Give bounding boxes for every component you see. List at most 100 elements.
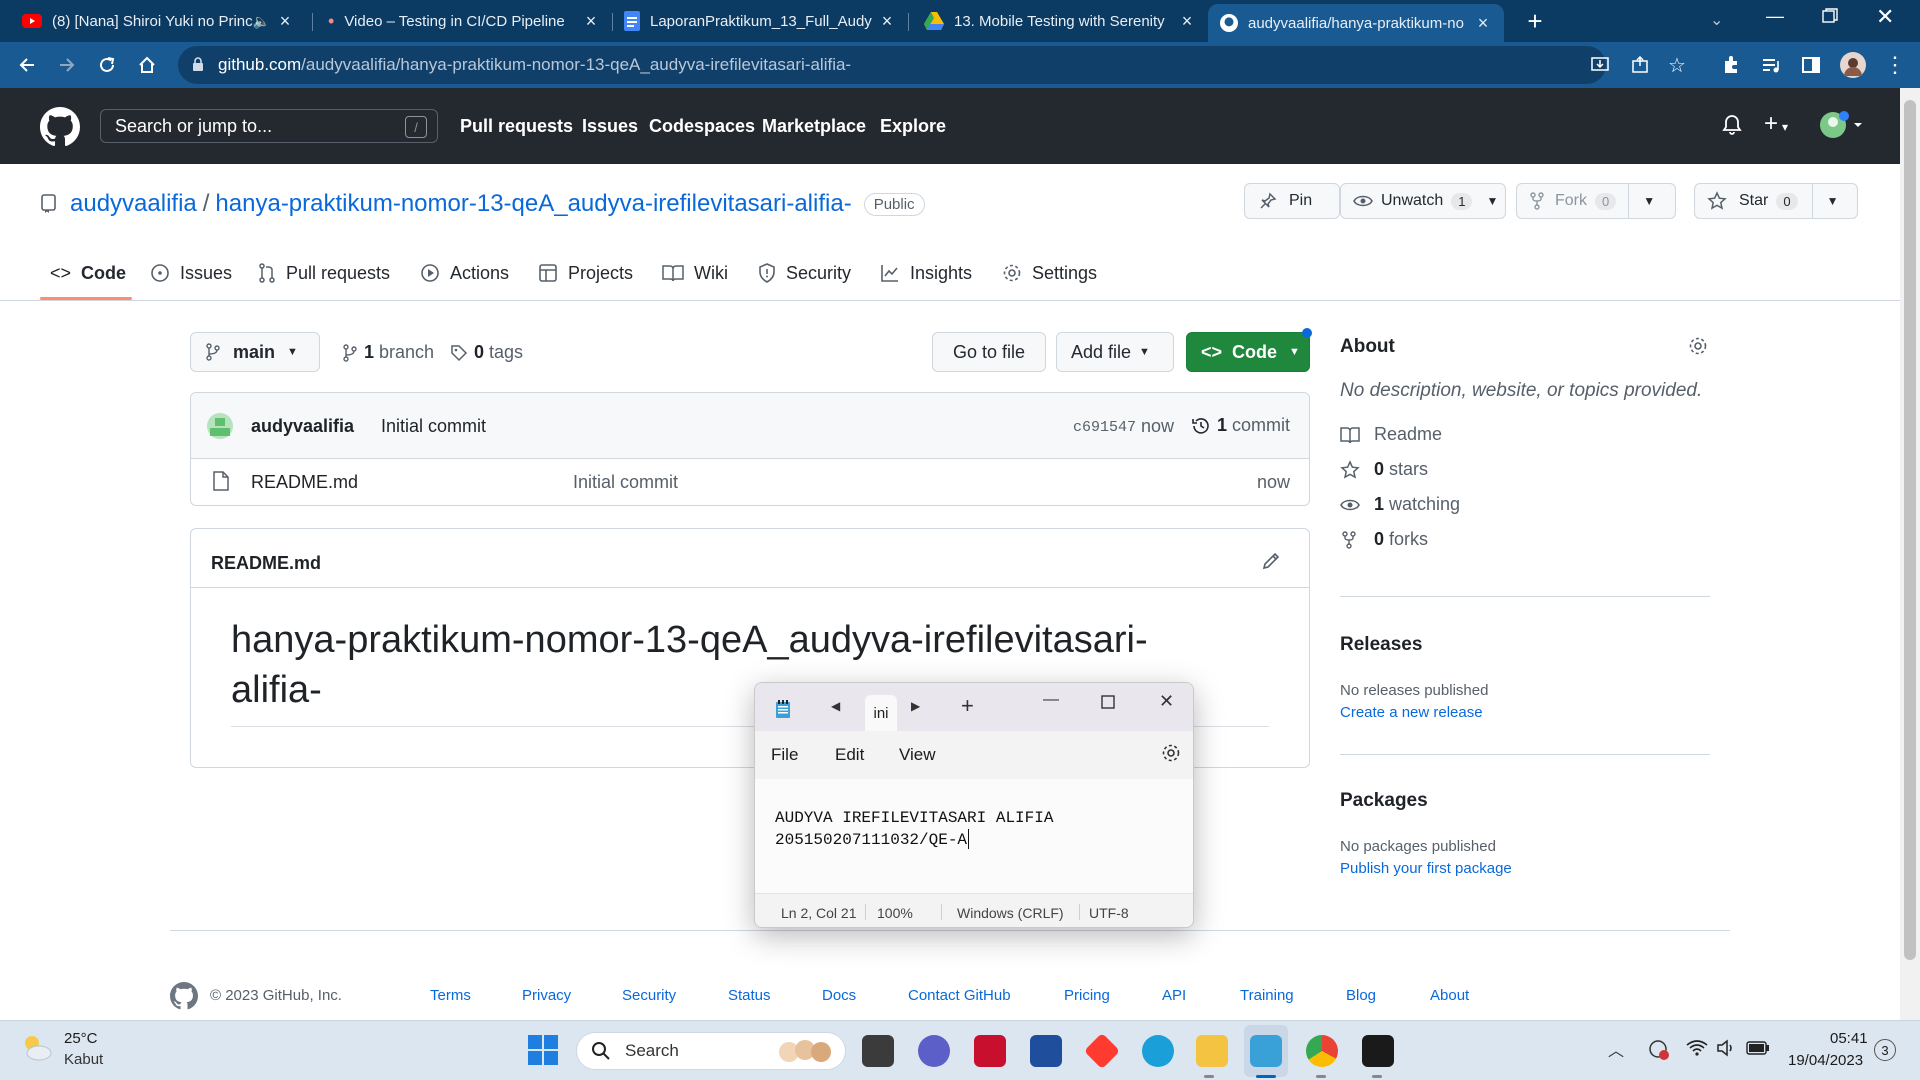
weather-icon[interactable] <box>20 1033 54 1063</box>
forward-icon[interactable] <box>52 50 82 80</box>
file-commit-message[interactable]: Initial commit <box>573 472 678 493</box>
tab-projects[interactable]: Projects <box>538 258 633 288</box>
edge-icon[interactable] <box>1142 1035 1174 1067</box>
publish-package-link[interactable]: Publish your first package <box>1340 860 1512 877</box>
install-icon[interactable] <box>1590 55 1610 75</box>
gear-icon[interactable] <box>1688 336 1708 356</box>
profile-avatar[interactable] <box>1838 50 1868 80</box>
security-status-icon[interactable] <box>1648 1039 1670 1061</box>
app-diamond-icon[interactable] <box>1083 1032 1121 1070</box>
scrollbar-thumb[interactable] <box>1904 100 1916 960</box>
releases-title[interactable]: Releases <box>1340 634 1422 656</box>
nav-codespaces[interactable]: Codespaces <box>649 116 755 137</box>
go-to-file-button[interactable]: Go to file <box>932 332 1046 372</box>
footer-link-security[interactable]: Security <box>622 987 676 1004</box>
menu-file[interactable]: File <box>771 745 798 765</box>
forks-link[interactable]: 0 forks <box>1340 529 1710 550</box>
close-icon[interactable]: ✕ <box>1159 691 1174 712</box>
browser-tab[interactable]: (8) [Nana] Shiroi Yuki no Princ 🔈 × <box>10 4 306 38</box>
volume-icon[interactable] <box>1716 1039 1736 1057</box>
share-icon[interactable] <box>1630 55 1650 75</box>
start-windows-icon[interactable] <box>528 1035 558 1065</box>
commit-sha[interactable]: c691547 <box>1073 419 1136 436</box>
intellij-icon[interactable] <box>1362 1035 1394 1067</box>
branches-link[interactable]: 1 branch <box>342 342 434 363</box>
github-footer-logo-icon[interactable] <box>170 982 198 1010</box>
footer-link-about[interactable]: About <box>1430 987 1469 1004</box>
tab-issues[interactable]: Issues <box>150 258 232 288</box>
caret-down-icon[interactable]: ▼ <box>1827 194 1839 208</box>
home-icon[interactable] <box>132 50 162 80</box>
commit-history-link[interactable]: 1 commit <box>1191 415 1290 436</box>
packages-title[interactable]: Packages <box>1340 790 1428 812</box>
close-tab-icon[interactable]: × <box>276 11 294 31</box>
close-tab-icon[interactable]: × <box>582 11 600 31</box>
footer-link-privacy[interactable]: Privacy <box>522 987 571 1004</box>
footer-link-blog[interactable]: Blog <box>1346 987 1376 1004</box>
back-icon[interactable] <box>12 50 42 80</box>
nav-pull-requests[interactable]: Pull requests <box>460 116 573 137</box>
wifi-icon[interactable] <box>1686 1039 1708 1057</box>
file-row[interactable]: README.md Initial commit now <box>191 459 1309 505</box>
page-scrollbar[interactable] <box>1900 88 1920 1020</box>
notepad-text-area[interactable]: AUDYVA IREFILEVITASARI ALIFIA 20515020711… <box>755 779 1193 893</box>
unwatch-button[interactable]: Unwatch 1 ▼ <box>1340 183 1506 219</box>
github-logo-icon[interactable] <box>40 107 80 147</box>
new-tab-button[interactable]: + <box>1520 6 1550 36</box>
browser-tab[interactable]: LaporanPraktikum_13_Full_Audyv × <box>612 4 908 38</box>
bell-icon[interactable] <box>1722 114 1742 136</box>
footer-link-terms[interactable]: Terms <box>430 987 471 1004</box>
close-tab-icon[interactable]: × <box>1474 13 1492 33</box>
repo-name-link[interactable]: hanya-praktikum-nomor-13-qeA_audyva-iref… <box>215 190 851 218</box>
star-button[interactable]: Star 0 ▼ <box>1694 183 1858 219</box>
lock-icon[interactable] <box>192 57 204 72</box>
add-file-button[interactable]: Add file ▼ <box>1056 332 1174 372</box>
maximize-icon[interactable] <box>1101 695 1115 709</box>
browser-tab[interactable]: 13. Mobile Testing with Serenity × <box>912 4 1208 38</box>
notepad-taskbar-icon[interactable] <box>1250 1035 1282 1067</box>
minimize-icon[interactable]: — <box>1043 691 1059 709</box>
tab-search-icon[interactable]: ⌄ <box>1710 10 1723 30</box>
side-panel-icon[interactable] <box>1796 50 1826 80</box>
tags-link[interactable]: 0 tags <box>450 342 523 363</box>
menu-edit[interactable]: Edit <box>835 745 864 765</box>
close-window-icon[interactable]: ✕ <box>1876 4 1894 30</box>
restore-icon[interactable] <box>1822 8 1838 24</box>
task-view-icon[interactable] <box>862 1035 894 1067</box>
close-tab-icon[interactable]: × <box>1178 11 1196 31</box>
tab-security[interactable]: Security <box>758 258 851 288</box>
footer-link-api[interactable]: API <box>1162 987 1186 1004</box>
nav-explore[interactable]: Explore <box>880 116 946 137</box>
extensions-icon[interactable] <box>1716 50 1746 80</box>
reload-icon[interactable] <box>92 50 122 80</box>
minimize-icon[interactable]: — <box>1766 6 1784 27</box>
commit-message[interactable]: Initial commit <box>381 416 486 437</box>
menu-view[interactable]: View <box>899 745 936 765</box>
fork-button[interactable]: Fork 0 ▼ <box>1516 183 1676 219</box>
stars-link[interactable]: 0 stars <box>1340 459 1710 480</box>
caret-down-icon[interactable]: ▼ <box>1643 194 1655 208</box>
create-new-icon[interactable]: + ▾ <box>1764 110 1788 138</box>
watchers-link[interactable]: 1 watching <box>1340 494 1710 515</box>
tab-insights[interactable]: Insights <box>880 258 972 288</box>
store-icon[interactable] <box>1030 1035 1062 1067</box>
tab-code[interactable]: <> Code <box>50 258 126 288</box>
clock-time[interactable]: 05:41 <box>1830 1030 1868 1047</box>
chat-icon[interactable] <box>918 1035 950 1067</box>
pin-button[interactable]: Pin <box>1244 183 1340 219</box>
notepad-tab[interactable]: ini <box>865 695 897 731</box>
create-release-link[interactable]: Create a new release <box>1340 704 1483 721</box>
tab-scroll-left-icon[interactable]: ◀ <box>831 699 840 713</box>
notification-count-badge[interactable]: 3 <box>1874 1039 1896 1061</box>
footer-link-status[interactable]: Status <box>728 987 771 1004</box>
file-name[interactable]: README.md <box>251 472 358 493</box>
repo-owner-link[interactable]: audyvaalifia <box>70 190 197 218</box>
new-tab-button[interactable]: + <box>961 693 974 719</box>
browser-tab-active[interactable]: audyvaalifia/hanya-praktikum-no × <box>1208 4 1504 42</box>
weather-desc[interactable]: Kabut <box>64 1051 103 1068</box>
clock-date[interactable]: 19/04/2023 <box>1788 1052 1863 1069</box>
user-avatar[interactable] <box>1818 110 1864 140</box>
weather-temp[interactable]: 25°C <box>64 1030 98 1047</box>
author-avatar[interactable] <box>207 413 233 439</box>
search-input[interactable]: Search or jump to... / <box>100 109 438 143</box>
